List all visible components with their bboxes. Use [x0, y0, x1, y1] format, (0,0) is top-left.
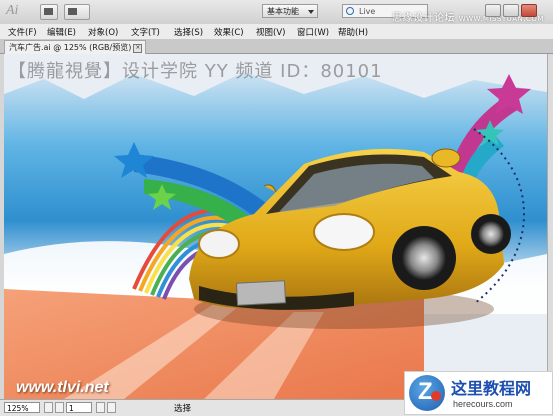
search-placeholder: Live [359, 7, 376, 16]
menu-object[interactable]: 对象(O) [88, 26, 118, 38]
artwork [4, 54, 547, 399]
artboard-canvas[interactable]: 【腾龍視覺】设计学院 YY 频道 ID：80101 www.tlvi.net [4, 54, 547, 399]
bridge-icon [44, 8, 53, 15]
bridge-button[interactable] [40, 4, 58, 20]
arrange-icon [68, 8, 77, 15]
chevron-down-icon [308, 10, 314, 14]
menu-file[interactable]: 文件(F) [8, 26, 37, 38]
status-mode: 选择 [174, 404, 192, 414]
document-tab-title: 汽车广告.ai @ 125% (RGB/预览) [9, 43, 132, 52]
app-logo: Ai [6, 3, 19, 18]
menu-select[interactable]: 选择(S) [174, 26, 203, 38]
next-page-button[interactable] [96, 402, 105, 413]
menu-window[interactable]: 窗口(W) [297, 26, 329, 38]
workspace-label: 基本功能 [267, 7, 299, 16]
forum-watermark-text: 思缘设计论坛 [392, 13, 455, 24]
prev-page-button[interactable] [55, 402, 64, 413]
site-url: herecours.com [453, 399, 513, 409]
arrange-documents-button[interactable] [64, 4, 90, 20]
close-button[interactable] [521, 4, 537, 17]
minimize-button[interactable] [485, 4, 501, 17]
maximize-button[interactable] [503, 4, 519, 17]
menu-effect[interactable]: 效果(C) [214, 26, 244, 38]
close-icon[interactable]: × [133, 44, 143, 53]
document-tab[interactable]: 汽车广告.ai @ 125% (RGB/预览) × [4, 40, 147, 54]
site-title: 这里教程网 [451, 379, 532, 398]
first-page-button[interactable] [44, 402, 53, 413]
page-field[interactable]: 1 [66, 402, 92, 413]
menu-bar: 文件(F) 编辑(E) 对象(O) 文字(T) 选择(S) 效果(C) 视图(V… [0, 24, 553, 40]
menu-help[interactable]: 帮助(H) [338, 26, 368, 38]
zoom-select[interactable]: 125% [4, 402, 40, 413]
last-page-button[interactable] [107, 402, 116, 413]
canvas-watermark: 【腾龍視覺】设计学院 YY 频道 ID：80101 [8, 61, 383, 82]
menu-type[interactable]: 文字(T) [131, 26, 160, 38]
menu-edit[interactable]: 编辑(E) [47, 26, 76, 38]
vertical-scrollbar[interactable] [547, 54, 553, 399]
brand-url-text: www.tlvi.net [16, 379, 109, 396]
site-logo-icon: Z [409, 375, 445, 411]
document-tab-bar: 汽车广告.ai @ 125% (RGB/预览) × [0, 39, 553, 54]
site-badge: Z 这里教程网 herecours.com [404, 371, 553, 415]
workspace-switcher[interactable]: 基本功能 [262, 4, 318, 18]
menu-view[interactable]: 视图(V) [256, 26, 285, 38]
search-icon [346, 7, 354, 15]
title-bar: Ai 基本功能 Live 思缘设计论坛 WWW.MISSYUAN.COM [0, 0, 553, 25]
